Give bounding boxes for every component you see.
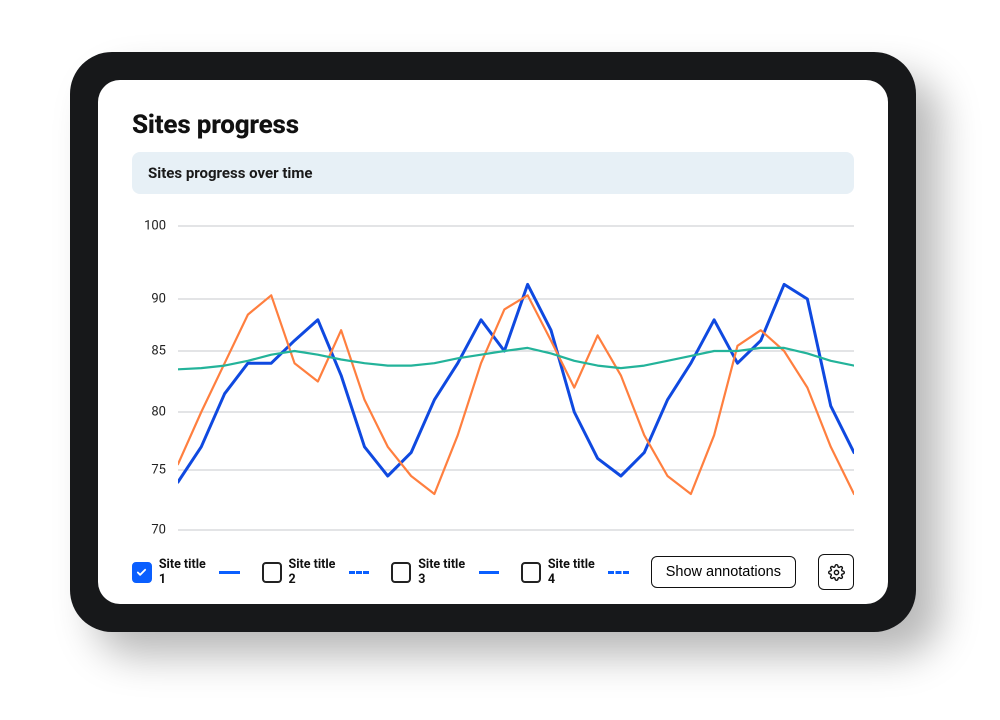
legend-item-3[interactable]: Site title 3 [391,557,499,587]
legend-checkbox[interactable] [521,562,541,583]
chart-area: 7075808590100 [132,222,854,532]
y-tick-label: 100 [132,219,166,234]
show-annotations-button[interactable]: Show annotations [651,556,796,588]
legend-checkbox[interactable] [132,562,152,583]
chart-banner: Sites progress over time [132,152,854,194]
settings-button[interactable] [818,554,854,590]
legend-item-2[interactable]: Site title 2 [262,557,370,587]
legend-label: Site title 1 [159,557,212,587]
legend: Site title 1 Site title 2 Site title 3 Site… [132,557,629,587]
legend-checkbox[interactable] [262,562,282,583]
chart-plot [178,222,854,532]
screen: Sites progress Sites progress over time … [98,80,888,604]
chart-footer: Site title 1 Site title 2 Site title 3 Site… [132,554,854,590]
series-line [178,295,854,494]
legend-swatch [219,571,240,574]
legend-item-4[interactable]: Site title 4 [521,557,629,587]
y-tick-label: 90 [132,292,166,307]
legend-swatch [349,571,370,574]
legend-item-1[interactable]: Site title 1 [132,557,240,587]
gear-icon [828,564,845,581]
legend-swatch [608,571,629,574]
page-title: Sites progress [132,110,854,140]
series-line [178,284,854,482]
y-tick-label: 80 [132,405,166,420]
y-tick-label: 75 [132,463,166,478]
device-frame: Sites progress Sites progress over time … [70,52,916,632]
legend-label: Site title 3 [418,557,471,587]
legend-label: Site title 4 [548,557,601,587]
y-tick-label: 85 [132,344,166,359]
legend-label: Site title 2 [289,557,342,587]
y-tick-label: 70 [132,523,166,538]
legend-swatch [479,571,500,574]
legend-checkbox[interactable] [391,562,411,583]
